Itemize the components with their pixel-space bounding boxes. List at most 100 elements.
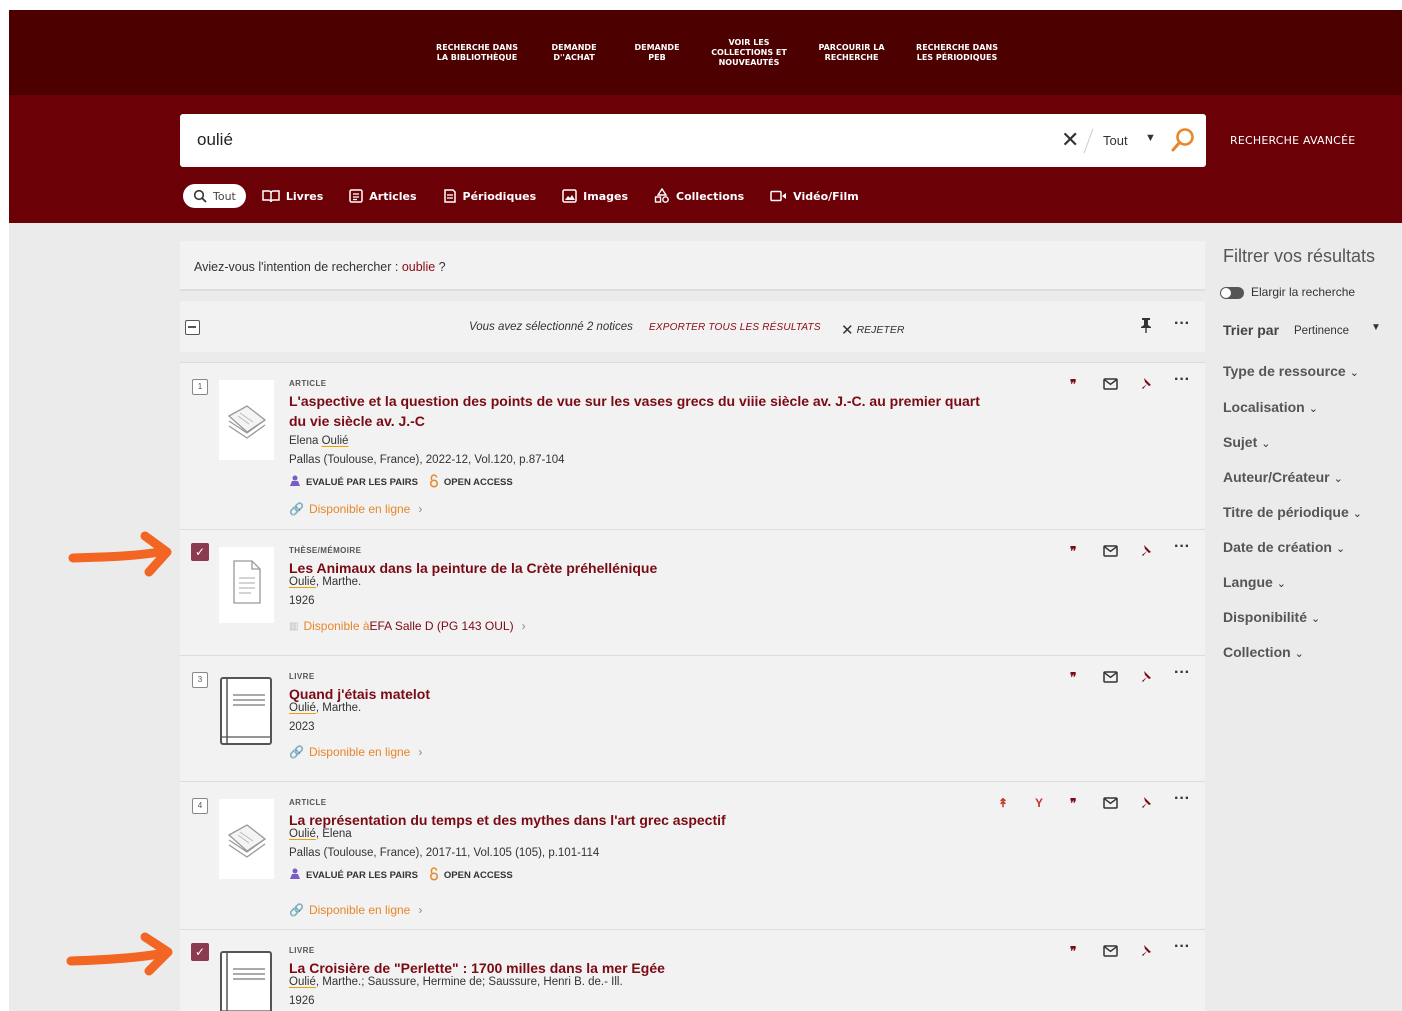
record-title[interactable]: L'aspective et la question des points de… [289, 391, 989, 431]
cite-icon[interactable]: ❞ [1070, 944, 1076, 958]
nav-collections[interactable]: VOIR LES COLLECTIONS ET NOUVEAUTÉS [699, 10, 799, 95]
sort-label: Trier par [1223, 322, 1280, 338]
search-input[interactable] [197, 126, 997, 154]
tab-video[interactable]: Vidéo/Film [770, 190, 859, 203]
availability-link[interactable]: 🔗 Disponible en ligne › [289, 903, 422, 917]
cite-icon[interactable]: ❞ [1070, 377, 1076, 391]
result-record[interactable]: ✓ LIVRE La Croisière de "Perlette" : 170… [180, 929, 1205, 1011]
export-all-button[interactable]: EXPORTER TOUS LES RÉSULTATS [649, 322, 821, 333]
result-record[interactable]: ✓ THÈSE/MÉMOIRE Les Animaux dans la pein… [180, 529, 1205, 655]
suggestion-link[interactable]: oublie [402, 260, 435, 274]
email-icon[interactable] [1103, 378, 1118, 393]
cited-by-icon[interactable]: Y [1035, 796, 1043, 810]
pin-icon[interactable] [1140, 317, 1152, 338]
nav-ill-request[interactable]: DEMANDE PEB [622, 10, 692, 95]
result-record[interactable]: 1 ARTICLE L'aspective et la question des… [180, 362, 1205, 529]
record-number[interactable]: 3 [192, 672, 208, 688]
more-options-icon[interactable]: ··· [1174, 538, 1190, 556]
cite-icon[interactable]: ❞ [1070, 796, 1076, 810]
facet-location[interactable]: Localisation ⌄ [1223, 399, 1318, 415]
caret-down-icon[interactable]: ▼ [1145, 132, 1156, 144]
citing-articles-icon[interactable]: ↟ [998, 796, 1008, 810]
nav-browse[interactable]: PARCOURIR LA RECHERCHE [804, 10, 899, 95]
facet-resource-type[interactable]: Type de ressource ⌄ [1223, 363, 1359, 379]
chevron-right-icon: › [521, 619, 526, 633]
expand-search-toggle[interactable] [1220, 287, 1244, 299]
pin-icon[interactable] [1140, 377, 1152, 394]
record-title[interactable]: Quand j'étais matelot [289, 684, 989, 704]
availability-link[interactable]: ▥ Disponible à EFA Salle D (PG 143 OUL) › [289, 619, 526, 633]
record-checkbox-checked[interactable]: ✓ [191, 543, 209, 561]
more-options-icon[interactable]: ··· [1174, 664, 1190, 682]
email-icon[interactable] [1103, 671, 1118, 686]
record-number[interactable]: 1 [192, 379, 208, 395]
record-year: 1926 [289, 995, 315, 1007]
facet-collection[interactable]: Collection ⌄ [1223, 644, 1304, 660]
caret-down-icon[interactable]: ▼ [1371, 322, 1381, 333]
chevron-down-icon: ⌄ [1294, 648, 1304, 660]
advanced-search-link[interactable]: RECHERCHE AVANCÉE [1230, 134, 1355, 147]
record-title[interactable]: La représentation du temps et des mythes… [289, 810, 989, 830]
clear-icon[interactable]: ✕ [1061, 126, 1079, 154]
facet-availability[interactable]: Disponibilité ⌄ [1223, 609, 1320, 625]
more-options-icon[interactable]: ··· [1174, 315, 1190, 333]
cite-icon[interactable]: ❞ [1070, 670, 1076, 684]
collections-icon [654, 188, 670, 204]
email-icon[interactable] [1103, 545, 1118, 560]
facet-creation-date[interactable]: Date de création ⌄ [1223, 539, 1345, 555]
book-thumbnail [219, 673, 274, 749]
chevron-right-icon: › [418, 502, 423, 516]
search-icon[interactable] [1170, 126, 1196, 154]
result-record[interactable]: 3 LIVRE Quand j'étais matelot Oulié, Mar… [180, 655, 1205, 781]
article-thumbnail [219, 380, 274, 460]
resource-type: THÈSE/MÉMOIRE [289, 546, 362, 555]
divider [1083, 128, 1094, 154]
search-box: ✕ Tout ▼ [180, 114, 1206, 167]
nav-purchase-request[interactable]: DEMANDE D''ACHAT [539, 10, 609, 95]
nav-library-search[interactable]: RECHERCHE DANS LA BIBLIOTHÈQUE [422, 10, 532, 95]
image-icon [562, 189, 577, 203]
tab-collections[interactable]: Collections [654, 188, 744, 204]
result-record[interactable]: 4 ARTICLE La représentation du temps et … [180, 781, 1205, 929]
cite-icon[interactable]: ❞ [1070, 544, 1076, 558]
more-options-icon[interactable]: ··· [1174, 371, 1190, 389]
facet-periodical-title[interactable]: Titre de périodique ⌄ [1223, 504, 1362, 520]
facet-author[interactable]: Auteur/Créateur ⌄ [1223, 469, 1343, 485]
record-author: Oulié, Marthe.; Saussure, Hermine de; Sa… [289, 976, 623, 988]
link-icon: 🔗 [289, 745, 304, 759]
tab-articles[interactable]: Articles [349, 189, 417, 203]
close-icon: ✕ [841, 322, 854, 339]
record-title[interactable]: Les Animaux dans la peinture de la Crète… [289, 558, 989, 578]
tab-all[interactable]: Tout [183, 184, 246, 208]
pin-icon[interactable] [1140, 944, 1152, 961]
more-options-icon[interactable]: ··· [1174, 790, 1190, 808]
facet-language[interactable]: Langue ⌄ [1223, 574, 1286, 590]
resource-type: LIVRE [289, 672, 315, 681]
availability-link[interactable]: 🔗 Disponible en ligne › [289, 502, 422, 516]
select-all-checkbox[interactable] [185, 320, 200, 335]
did-you-mean: Aviez-vous l'intention de rechercher : o… [180, 241, 1205, 291]
facet-subject[interactable]: Sujet ⌄ [1223, 434, 1270, 450]
record-checkbox-checked[interactable]: ✓ [191, 943, 209, 961]
record-badges: EVALUÉ PAR LES PAIRS OPEN ACCESS [289, 867, 513, 884]
record-title[interactable]: La Croisière de "Perlette" : 1700 milles… [289, 958, 989, 978]
resource-type: LIVRE [289, 946, 315, 955]
thesis-thumbnail [219, 547, 274, 623]
tab-periodicals[interactable]: Périodiques [443, 189, 536, 203]
chevron-right-icon: › [418, 903, 423, 917]
tab-books[interactable]: Livres [262, 189, 323, 203]
nav-periodicals-search[interactable]: RECHERCHE DANS LES PÉRIODIQUES [902, 10, 1012, 95]
more-options-icon[interactable]: ··· [1174, 938, 1190, 956]
email-icon[interactable] [1103, 797, 1118, 812]
sort-select[interactable]: Pertinence [1294, 325, 1349, 337]
scope-select[interactable]: Tout [1103, 133, 1128, 148]
email-icon[interactable] [1103, 945, 1118, 960]
tab-images[interactable]: Images [562, 189, 628, 203]
availability-link[interactable]: 🔗 Disponible en ligne › [289, 745, 422, 759]
pin-icon[interactable] [1140, 796, 1152, 813]
record-number[interactable]: 4 [192, 798, 208, 814]
pin-icon[interactable] [1140, 544, 1152, 561]
peer-reviewed-icon [289, 868, 301, 883]
reject-button[interactable]: ✕ REJETER [841, 321, 904, 339]
pin-icon[interactable] [1140, 670, 1152, 687]
